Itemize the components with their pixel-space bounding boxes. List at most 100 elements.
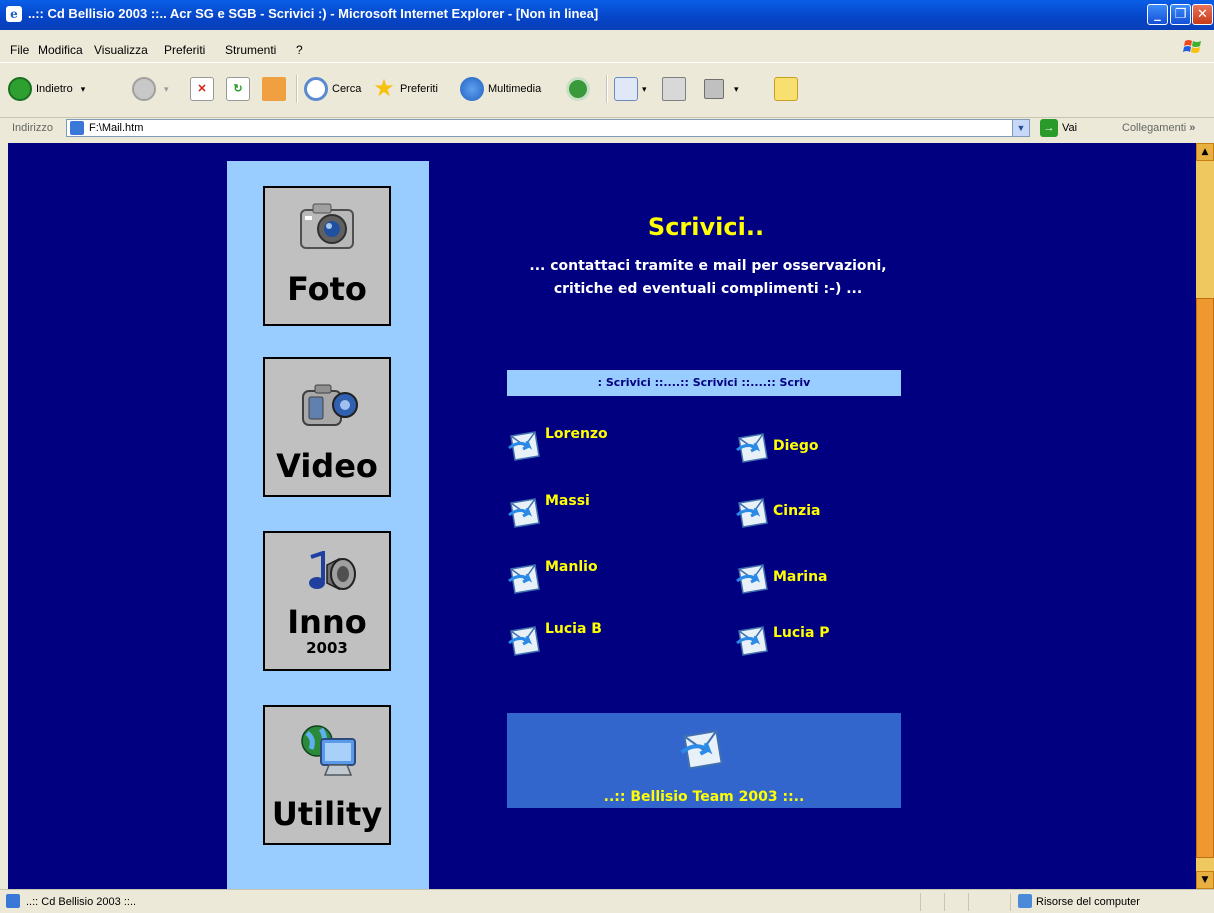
scrolling-marquee: : Scrivici ::....:: Scrivici ::....:: Sc… [507, 370, 901, 396]
contact-marina[interactable]: Marina [735, 559, 828, 595]
back-arrow-icon [8, 77, 32, 101]
refresh-button[interactable]: ↻ [226, 75, 254, 103]
edit-button[interactable]: ▾ [704, 75, 739, 103]
contact-lucia-b[interactable]: Lucia B [507, 621, 602, 657]
contact-manlio[interactable]: Manlio [507, 559, 598, 595]
address-dropdown-icon[interactable]: ▼ [1012, 120, 1029, 136]
security-zone: Risorse del computer [1036, 896, 1140, 908]
media-button[interactable]: Multimedia [460, 75, 541, 103]
history-button[interactable] [566, 75, 594, 103]
contact-name: Lucia B [545, 621, 602, 637]
contact-lucia-p[interactable]: Lucia P [735, 621, 830, 657]
favorites-button[interactable]: ★ Preferiti [372, 75, 438, 103]
mail-button[interactable]: ▾ [614, 75, 647, 103]
menu-visualizza[interactable]: Visualizza [94, 43, 148, 57]
refresh-icon: ↻ [226, 77, 250, 101]
edit-icon [704, 79, 724, 99]
links-toolbar[interactable]: Collegamenti » [1122, 122, 1195, 134]
page-viewport: Foto Video Inno 2003 Utility Scrivici.. … [8, 143, 1196, 889]
globe-computer-icon [301, 725, 356, 776]
edit-dropdown-icon: ▾ [734, 83, 739, 94]
forward-arrow-icon [132, 77, 156, 101]
video-camera-icon [302, 384, 358, 426]
windows-flag-icon [1183, 40, 1201, 53]
media-icon [460, 77, 484, 101]
search-button[interactable]: Cerca [304, 75, 361, 103]
address-label: Indirizzo [12, 122, 53, 134]
team-mail-box[interactable]: ..:: Bellisio Team 2003 ::.. [507, 713, 901, 808]
go-label: Vai [1062, 122, 1078, 134]
vertical-scrollbar[interactable]: ▲ ▼ [1196, 143, 1214, 889]
menu-modifica[interactable]: Modifica [38, 43, 83, 57]
address-value: F:\Mail.htm [89, 122, 144, 134]
address-bar: Indirizzo F:\Mail.htm ▼ → Vai Collegamen… [0, 117, 1214, 141]
camera-icon [300, 203, 354, 249]
menu-strumenti[interactable]: Strumenti [225, 43, 276, 57]
contact-name: Massi [545, 493, 590, 509]
intro-line-1: ... contattaci tramite e mail per osserv… [529, 258, 887, 274]
window-title: ..:: Cd Bellisio 2003 ::.. Acr SG e SGB … [28, 6, 599, 21]
computer-zone-icon [1018, 894, 1032, 908]
media-label: Multimedia [488, 83, 542, 95]
print-button[interactable] [662, 75, 690, 103]
mail-send-icon [680, 729, 723, 770]
mail-send-icon [736, 626, 768, 656]
nav-inno-button[interactable]: Inno 2003 [263, 531, 391, 671]
forward-button[interactable]: ▾ [132, 75, 169, 103]
page-heading: Scrivici.. [647, 213, 765, 241]
menu-file[interactable]: File [10, 43, 29, 57]
address-input[interactable]: F:\Mail.htm ▼ [66, 119, 1030, 137]
nav-utility-label: Utility [271, 795, 383, 833]
menu-preferiti[interactable]: Preferiti [164, 43, 205, 57]
favorites-label: Preferiti [400, 83, 438, 95]
nav-utility-button[interactable]: Utility [263, 705, 391, 845]
minimize-button[interactable]: _ [1147, 4, 1168, 25]
page-icon [70, 121, 84, 135]
links-label: Collegamenti [1122, 122, 1187, 134]
back-button[interactable]: Indietro ▾ [8, 75, 85, 103]
status-divider [944, 893, 945, 911]
messenger-button[interactable] [774, 75, 802, 103]
contact-name: Diego [773, 438, 819, 454]
menu-bar: File Modifica Visualizza Preferiti Strum… [0, 40, 1214, 62]
intro-text: ... contattaci tramite e mail per osserv… [478, 255, 938, 301]
back-label: Indietro [36, 83, 73, 95]
team-label: ..:: Bellisio Team 2003 ::.. [603, 789, 805, 805]
print-icon [662, 77, 686, 101]
scrollbar-thumb[interactable] [1196, 298, 1214, 858]
contact-massi[interactable]: Massi [507, 493, 590, 529]
go-button[interactable]: → Vai [1040, 119, 1077, 137]
scroll-down-arrow-icon[interactable]: ▼ [1196, 871, 1214, 889]
contact-diego[interactable]: Diego [735, 428, 819, 464]
stop-button[interactable]: ✕ [190, 75, 218, 103]
go-arrow-icon: → [1040, 119, 1058, 137]
scroll-up-arrow-icon[interactable]: ▲ [1196, 143, 1214, 161]
nav-foto-label: Foto [287, 270, 367, 308]
close-button[interactable]: ✕ [1192, 4, 1213, 25]
contact-name: Cinzia [773, 503, 821, 519]
search-label: Cerca [332, 83, 362, 95]
menu-help[interactable]: ? [296, 43, 303, 57]
nav-video-button[interactable]: Video [263, 357, 391, 497]
contact-name: Lorenzo [545, 426, 608, 442]
status-text: ..:: Cd Bellisio 2003 ::.. [26, 896, 137, 908]
nav-video-label: Video [276, 447, 378, 485]
contact-name: Manlio [545, 559, 598, 575]
home-button[interactable] [262, 75, 290, 103]
mail-icon [614, 77, 638, 101]
ie-icon: e [6, 6, 22, 22]
maximize-button[interactable]: ❐ [1170, 4, 1191, 25]
contact-lorenzo[interactable]: Lorenzo [507, 426, 608, 462]
contact-cinzia[interactable]: Cinzia [735, 493, 820, 529]
back-dropdown-icon: ▾ [80, 83, 86, 94]
stop-icon: ✕ [190, 77, 214, 101]
title-bar[interactable]: e ..:: Cd Bellisio 2003 ::.. Acr SG e SG… [0, 0, 1214, 30]
toolbar-separator [296, 75, 298, 103]
links-chevron-icon: » [1189, 122, 1196, 134]
mail-send-icon [508, 431, 540, 461]
nav-foto-button[interactable]: Foto [263, 186, 391, 326]
mail-send-icon [736, 433, 768, 463]
toolbar-separator [606, 75, 608, 103]
mail-send-icon [508, 498, 540, 528]
page-status-icon [6, 894, 20, 908]
